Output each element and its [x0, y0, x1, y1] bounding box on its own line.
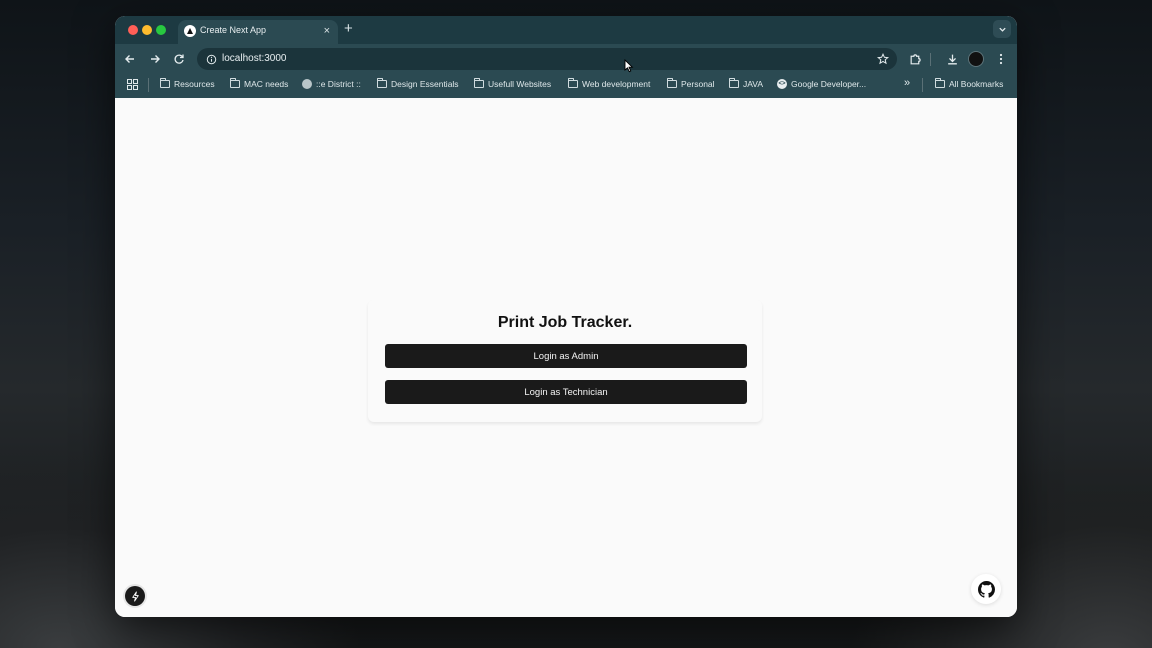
tab-search-button[interactable]	[993, 20, 1011, 38]
forward-arrow-icon	[151, 55, 160, 63]
bookmark-label: Resources	[174, 79, 215, 89]
bookmark-design-essentials[interactable]: Design Essentials	[377, 78, 459, 89]
bookmarks-overflow-button[interactable]: »	[904, 77, 910, 89]
google-developers-icon: <>	[777, 79, 787, 89]
minimize-window-button[interactable]	[142, 25, 152, 35]
profile-button[interactable]	[967, 50, 985, 68]
bookmark-mac-needs[interactable]: MAC needs	[230, 78, 289, 89]
tab-close-icon[interactable]: ×	[324, 24, 330, 38]
bookmark-label: MAC needs	[244, 79, 289, 89]
apps-button[interactable]	[127, 79, 138, 90]
maximize-window-button[interactable]	[156, 25, 166, 35]
nextjs-dev-indicator-button[interactable]	[125, 586, 145, 606]
bookmark-label: Usefull Websites	[488, 79, 552, 89]
lightning-icon	[131, 590, 139, 602]
extensions-button[interactable]	[906, 50, 924, 68]
browser-toolbar: localhost:3000	[115, 44, 1017, 74]
bookmark-label: Google Developer...	[791, 79, 867, 89]
bookmark-label: All Bookmarks	[949, 79, 1004, 89]
close-window-button[interactable]	[128, 25, 138, 35]
downloads-button[interactable]	[943, 50, 961, 68]
globe-icon	[302, 79, 312, 89]
bookmarks-divider	[922, 78, 923, 92]
page-viewport: Print Job Tracker. Login as Admin Login …	[115, 98, 1017, 617]
folder-icon	[160, 78, 170, 88]
back-arrow-icon	[125, 55, 134, 63]
bookmark-personal[interactable]: Personal	[667, 78, 715, 89]
bookmark-label: JAVA	[743, 79, 763, 89]
bookmark-label: Design Essentials	[391, 79, 459, 89]
bookmark-label: ::e District ::	[316, 79, 361, 89]
bookmark-e-district[interactable]: ::e District ::	[302, 79, 361, 89]
folder-icon	[568, 78, 578, 88]
folder-icon	[230, 78, 240, 88]
bookmarks-bar: Resources MAC needs ::e District :: Desi…	[115, 74, 1017, 99]
folder-icon	[935, 78, 945, 88]
download-icon	[947, 54, 957, 64]
bookmark-web-development[interactable]: Web development	[568, 78, 651, 89]
bookmark-java[interactable]: JAVA	[729, 78, 763, 89]
bookmark-usefull-websites[interactable]: Usefull Websites	[474, 78, 552, 89]
reload-button[interactable]	[170, 50, 188, 68]
chevron-down-icon	[998, 27, 1006, 32]
login-admin-button[interactable]: Login as Admin	[385, 344, 747, 368]
bookmarks-divider	[148, 78, 149, 92]
folder-icon	[474, 78, 484, 88]
tab-strip: Create Next App × +	[115, 16, 1017, 44]
url-text[interactable]: localhost:3000	[222, 53, 287, 64]
browser-menu-button[interactable]	[992, 50, 1010, 68]
folder-icon	[667, 78, 677, 88]
folder-icon	[377, 78, 387, 88]
kebab-menu-icon	[999, 53, 1003, 65]
github-icon	[977, 580, 995, 598]
address-bar[interactable]: localhost:3000	[197, 48, 897, 70]
browser-window: Create Next App × + localhost:3000 Resou…	[115, 16, 1017, 617]
page-title: Print Job Tracker.	[497, 314, 633, 331]
bookmark-resources[interactable]: Resources	[160, 78, 215, 89]
site-info-icon[interactable]	[203, 51, 219, 67]
login-card: Print Job Tracker. Login as Admin Login …	[368, 300, 762, 422]
tab-title: Create Next App	[200, 25, 267, 35]
bookmark-label: Personal	[681, 79, 715, 89]
reload-icon	[174, 54, 184, 64]
new-tab-button[interactable]: +	[344, 21, 353, 37]
all-bookmarks-button[interactable]: All Bookmarks	[935, 78, 1004, 89]
login-technician-button[interactable]: Login as Technician	[385, 380, 747, 404]
apps-grid-icon	[127, 79, 138, 90]
puzzle-icon	[910, 53, 921, 64]
bookmark-google-developers[interactable]: <> Google Developer...	[777, 79, 866, 89]
forward-button[interactable]	[146, 50, 164, 68]
mouse-cursor-icon	[624, 59, 634, 73]
back-button[interactable]	[121, 50, 139, 68]
avatar	[968, 51, 984, 67]
folder-icon	[729, 78, 739, 88]
bookmark-label: Web development	[582, 79, 651, 89]
browser-tab[interactable]: Create Next App ×	[178, 20, 338, 44]
github-link-button[interactable]	[971, 574, 1001, 604]
bookmark-star-icon[interactable]	[875, 51, 891, 67]
toolbar-divider	[930, 53, 931, 66]
nextjs-favicon-icon	[184, 25, 196, 37]
